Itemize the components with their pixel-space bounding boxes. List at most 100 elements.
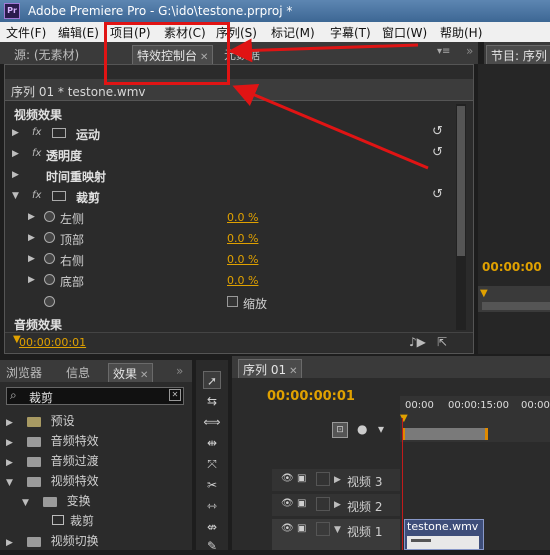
menu-project[interactable]: 项目(P)	[110, 24, 151, 41]
tree-item-presets[interactable]: ▶ 预设	[6, 412, 75, 432]
close-icon[interactable]: ✕	[200, 52, 208, 63]
tree-item-crop[interactable]: 裁剪	[52, 512, 94, 532]
fx-icon[interactable]: fx	[32, 148, 41, 159]
clear-search-icon[interactable]: ✕	[169, 389, 181, 401]
param-value[interactable]: 0.0 %	[227, 232, 258, 245]
film-icon[interactable]: ▣	[297, 498, 306, 509]
chevron-right-icon[interactable]: ▶	[12, 128, 19, 138]
chevron-right-icon[interactable]: ▶	[6, 438, 13, 448]
chevron-right-icon[interactable]: ▶	[6, 418, 13, 428]
work-area-bar[interactable]	[402, 428, 488, 440]
chevron-right-icon[interactable]: ▶	[28, 254, 35, 264]
chevron-right-icon[interactable]: ▶	[6, 538, 13, 548]
fx-icon[interactable]: fx	[32, 127, 41, 138]
eye-icon[interactable]: 👁	[281, 523, 294, 534]
track-select-tool-icon[interactable]: ⇆	[203, 392, 221, 410]
chevron-down-icon[interactable]: ▼	[334, 525, 341, 535]
track-header-video3[interactable]: 👁 ▣ ▶ 视频 3	[272, 469, 400, 491]
effect-row-opacity[interactable]: ▶ fx 透明度 ↺	[8, 144, 456, 165]
fx-icon[interactable]: fx	[32, 190, 41, 201]
reset-icon[interactable]: ↺	[432, 145, 443, 160]
chevron-right-icon[interactable]: ▶	[12, 170, 19, 180]
effect-controls-timecode[interactable]: 00:00:00:01	[19, 336, 86, 349]
tab-program[interactable]: 节目: 序列	[486, 45, 550, 64]
lock-toggle[interactable]	[316, 522, 330, 536]
selection-tool-icon[interactable]: ➚	[203, 371, 221, 389]
reset-icon[interactable]: ↺	[432, 187, 443, 202]
timeline-clip[interactable]: testone.wmv	[404, 519, 484, 550]
slide-tool-icon[interactable]: ⇎	[203, 518, 221, 536]
menu-window[interactable]: 窗口(W)	[382, 24, 427, 41]
menu-edit[interactable]: 编辑(E)	[58, 24, 99, 41]
eye-icon[interactable]: 👁	[281, 498, 294, 509]
menu-title[interactable]: 字幕(T)	[330, 24, 371, 41]
export-icon[interactable]: ⇱	[437, 335, 447, 349]
track-header-video2[interactable]: 👁 ▣ ▶ 视频 2	[272, 494, 400, 516]
track-header-video1[interactable]: 👁 ▣ ▼ 视频 1	[272, 519, 400, 550]
tree-item-video-transitions[interactable]: ▶ 视频切换	[6, 532, 99, 552]
razor-tool-icon[interactable]: ✂	[203, 476, 221, 494]
rate-stretch-tool-icon[interactable]: ⤧	[203, 455, 221, 473]
zoom-bar[interactable]	[482, 302, 550, 310]
close-icon[interactable]: ✕	[289, 366, 297, 377]
tab-info[interactable]: 信息	[62, 363, 94, 382]
tree-item-audio-transitions[interactable]: ▶ 音频过渡	[6, 452, 99, 472]
stopwatch-icon[interactable]	[44, 253, 55, 264]
param-value[interactable]: 0.0 %	[227, 211, 258, 224]
chevron-right-icon[interactable]: ▶	[28, 233, 35, 243]
stopwatch-icon[interactable]	[44, 274, 55, 285]
tab-metadata[interactable]: 元数据	[220, 45, 264, 64]
effects-search-field[interactable]: ⌕ 裁剪 ✕	[6, 387, 184, 405]
playhead-icon[interactable]: ▼	[480, 288, 488, 299]
param-value[interactable]: 0.0 %	[227, 253, 258, 266]
effects-search-input[interactable]: 裁剪	[29, 389, 53, 406]
chevron-down-icon[interactable]: ▼	[22, 498, 29, 508]
tab-sequence[interactable]: 序列 01 ✕	[238, 359, 303, 378]
timeline-timecode[interactable]: 00:00:00:01	[267, 389, 355, 404]
snap-icon[interactable]: ⊡	[332, 422, 348, 438]
effect-row-motion[interactable]: ▶ fx 运动 ↺	[8, 123, 456, 144]
param-value[interactable]: 0.0 %	[227, 274, 258, 287]
slip-tool-icon[interactable]: ⇿	[203, 497, 221, 515]
zoom-checkbox[interactable]	[227, 296, 238, 307]
timeline-ruler[interactable]: 00:00 00:00:15:00 00:00 ▼	[400, 396, 550, 442]
menu-marker[interactable]: 标记(M)	[271, 24, 315, 41]
tab-effects[interactable]: 效果 ✕	[108, 363, 154, 382]
chevron-down-icon[interactable]: ▼	[12, 191, 19, 201]
chevron-right-icon[interactable]: ▶	[334, 475, 341, 485]
chevron-right-icon[interactable]: ▶	[12, 149, 19, 159]
pen-tool-icon[interactable]: ✎	[203, 537, 221, 555]
menu-help[interactable]: 帮助(H)	[440, 24, 482, 41]
tab-effect-controls[interactable]: 特效控制台 ✕	[132, 45, 214, 64]
chevron-right-icon[interactable]: ▶	[6, 458, 13, 468]
reset-icon[interactable]: ↺	[432, 124, 443, 139]
lock-toggle[interactable]	[316, 497, 330, 511]
rolling-edit-tool-icon[interactable]: ⇹	[203, 434, 221, 452]
program-timecode[interactable]: 00:00:00	[482, 260, 542, 274]
stopwatch-icon[interactable]	[44, 232, 55, 243]
effect-controls-scrollbar[interactable]	[456, 104, 466, 330]
chevron-right-icon[interactable]: ▶	[334, 500, 341, 510]
panel-expand-icon[interactable]: »	[176, 364, 183, 378]
ripple-edit-tool-icon[interactable]: ⟺	[203, 413, 221, 431]
scroll-thumb[interactable]	[457, 106, 465, 256]
effect-row-crop[interactable]: ▼ fx 裁剪 ↺	[8, 186, 456, 207]
audio-play-icon[interactable]: ♪▶	[409, 335, 426, 349]
film-icon[interactable]: ▣	[297, 523, 306, 534]
chevron-right-icon[interactable]: ▶	[28, 275, 35, 285]
tab-source[interactable]: 源: (无素材)	[10, 45, 83, 64]
film-icon[interactable]: ▣	[297, 473, 306, 484]
eye-icon[interactable]: 👁	[281, 473, 294, 484]
panel-menu-icon[interactable]: ▾≡	[437, 46, 450, 57]
menu-file[interactable]: 文件(F)	[6, 24, 46, 41]
panel-expand-icon[interactable]: »	[466, 44, 473, 58]
chevron-right-icon[interactable]: ▶	[28, 212, 35, 222]
program-ruler[interactable]: ▼	[478, 286, 550, 312]
menu-sequence[interactable]: 序列(S)	[216, 24, 257, 41]
effect-row-time-remapping[interactable]: ▶ 时间重映射	[8, 165, 456, 186]
tab-media-browser[interactable]: 浏览器	[2, 363, 46, 382]
lock-toggle[interactable]	[316, 472, 330, 486]
tree-item-audio-effects[interactable]: ▶ 音频特效	[6, 432, 99, 452]
add-marker-icon[interactable]: ▾	[378, 422, 384, 436]
close-icon[interactable]: ✕	[140, 370, 148, 381]
